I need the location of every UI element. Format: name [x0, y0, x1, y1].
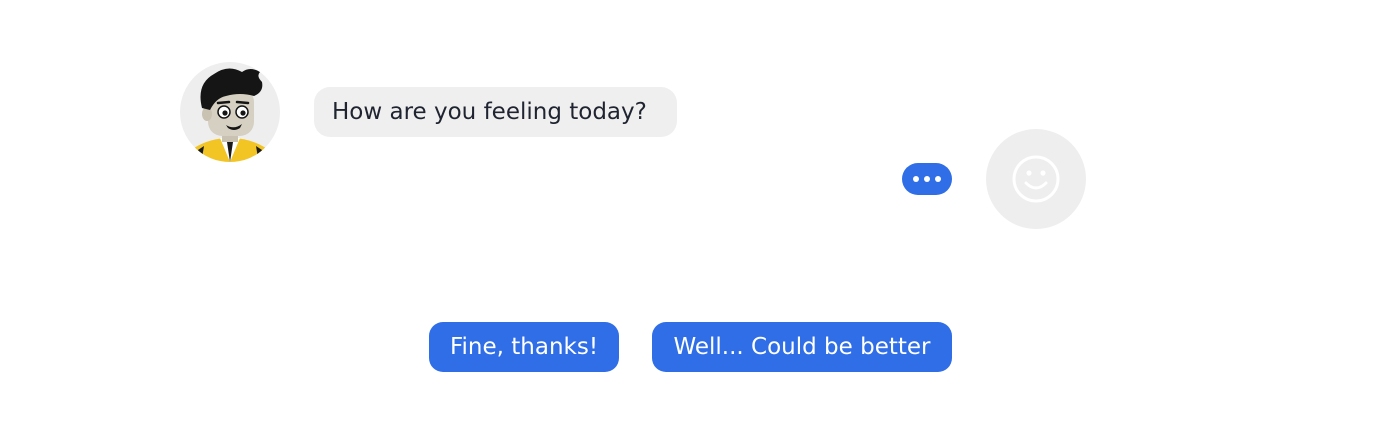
bot-avatar [180, 62, 280, 162]
user-avatar [986, 129, 1086, 229]
quick-reply-could-be-better-button[interactable]: Well... Could be better [652, 322, 952, 372]
ellipsis-icon [902, 163, 952, 195]
quick-reply-fine-button[interactable]: Fine, thanks! [429, 322, 619, 372]
smiley-face-icon [1012, 155, 1060, 203]
typing-dot [935, 176, 941, 182]
typing-dot [924, 176, 930, 182]
bot-message-bubble: How are you feeling today? [314, 87, 677, 137]
typing-dot [913, 176, 919, 182]
cartoon-man-avatar-icon [190, 68, 270, 162]
